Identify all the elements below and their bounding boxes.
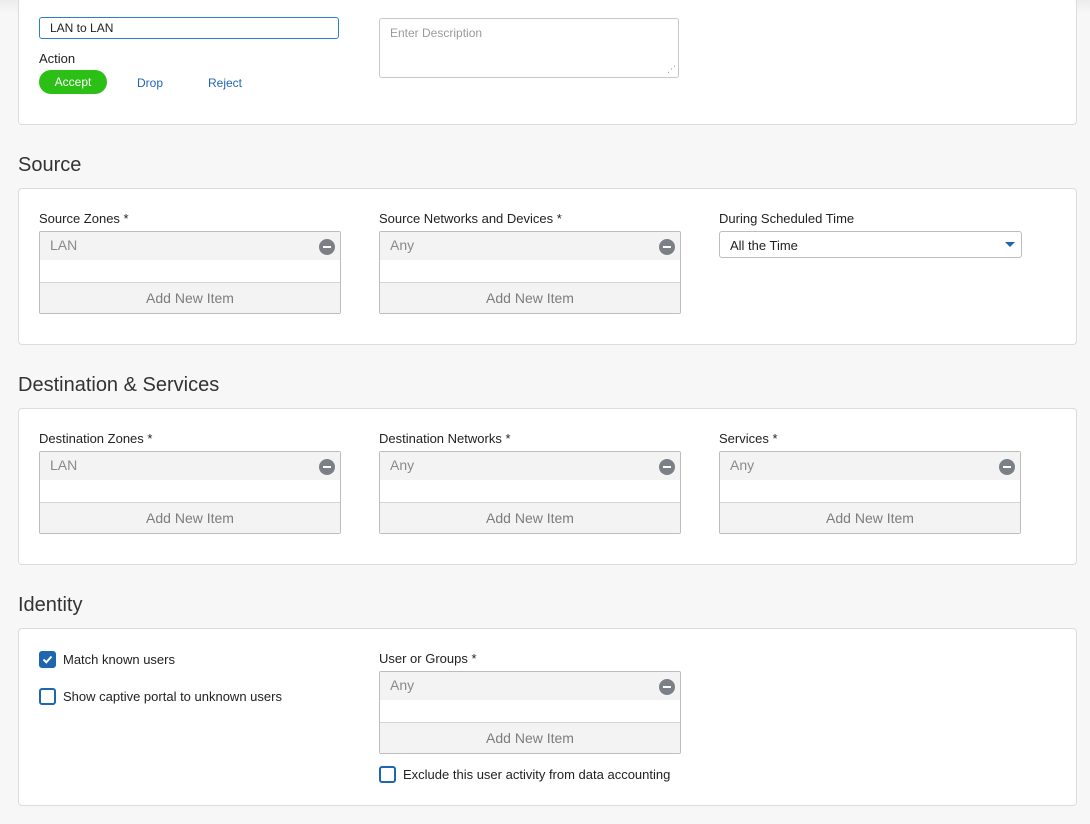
- remove-icon[interactable]: [319, 239, 335, 255]
- remove-icon[interactable]: [659, 679, 675, 695]
- destination-zones-list: LAN Add New Item: [39, 451, 341, 534]
- description-field[interactable]: [379, 18, 679, 78]
- rule-name-input[interactable]: [39, 17, 339, 39]
- source-section-title: Source: [18, 154, 82, 176]
- destination-networks-label: Destination Networks *: [379, 431, 511, 446]
- users-groups-label: User or Groups *: [379, 651, 477, 666]
- list-item-text: Any: [390, 677, 415, 693]
- list-item-text: Any: [390, 457, 415, 473]
- drop-button[interactable]: Drop: [137, 76, 163, 90]
- destination-networks-list: Any Add New Item: [379, 451, 681, 534]
- source-networks-label: Source Networks and Devices *: [379, 211, 562, 226]
- users-groups-list: Any Add New Item: [379, 671, 681, 754]
- checkmark-icon: [42, 655, 53, 664]
- remove-icon[interactable]: [659, 459, 675, 475]
- list-item-text: Any: [390, 237, 415, 253]
- list-item-text: LAN: [50, 237, 78, 253]
- list-item: LAN: [40, 452, 340, 480]
- rule-panel: Action Accept Drop Reject ⋰: [18, 0, 1077, 125]
- list-item: Any: [380, 672, 680, 700]
- destination-panel: Destination Zones * LAN Add New Item Des…: [18, 408, 1077, 565]
- list-item: Any: [720, 452, 1020, 480]
- reject-button[interactable]: Reject: [208, 76, 242, 90]
- destination-section-title: Destination & Services: [18, 374, 220, 396]
- services-label: Services *: [719, 431, 778, 446]
- remove-icon[interactable]: [999, 459, 1015, 475]
- match-known-users-checkbox[interactable]: [39, 651, 56, 668]
- list-item: Any: [380, 232, 680, 260]
- add-new-item-button[interactable]: Add New Item: [380, 282, 680, 313]
- add-new-item-button[interactable]: Add New Item: [720, 502, 1020, 533]
- identity-section-title: Identity: [18, 594, 83, 616]
- source-zones-list: LAN Add New Item: [39, 231, 341, 314]
- source-networks-list: Any Add New Item: [379, 231, 681, 314]
- action-label: Action: [39, 51, 76, 66]
- schedule-value: All the Time: [730, 238, 798, 253]
- match-known-users-label: Match known users: [63, 652, 175, 667]
- captive-portal-label: Show captive portal to unknown users: [63, 689, 282, 704]
- add-new-item-button[interactable]: Add New Item: [380, 502, 680, 533]
- list-item: LAN: [40, 232, 340, 260]
- schedule-select[interactable]: All the Time: [719, 231, 1022, 258]
- source-zones-label: Source Zones *: [39, 211, 129, 226]
- list-item: Any: [380, 452, 680, 480]
- add-new-item-button[interactable]: Add New Item: [40, 502, 340, 533]
- list-item-text: Any: [730, 457, 755, 473]
- accept-button[interactable]: Accept: [39, 70, 107, 94]
- captive-portal-checkbox[interactable]: [39, 688, 56, 705]
- destination-zones-label: Destination Zones *: [39, 431, 153, 446]
- remove-icon[interactable]: [659, 239, 675, 255]
- remove-icon[interactable]: [319, 459, 335, 475]
- schedule-label: During Scheduled Time: [719, 211, 855, 226]
- resize-grip-icon[interactable]: ⋰: [667, 65, 676, 74]
- source-panel: Source Zones * LAN Add New Item Source N…: [18, 188, 1077, 345]
- services-list: Any Add New Item: [719, 451, 1021, 534]
- list-item-text: LAN: [50, 457, 78, 473]
- exclude-accounting-label: Exclude this user activity from data acc…: [403, 767, 671, 782]
- add-new-item-button[interactable]: Add New Item: [40, 282, 340, 313]
- add-new-item-button[interactable]: Add New Item: [380, 722, 680, 753]
- chevron-down-icon: [1005, 242, 1015, 247]
- identity-panel: Match known users Show captive portal to…: [18, 628, 1077, 806]
- exclude-accounting-checkbox[interactable]: [379, 766, 396, 783]
